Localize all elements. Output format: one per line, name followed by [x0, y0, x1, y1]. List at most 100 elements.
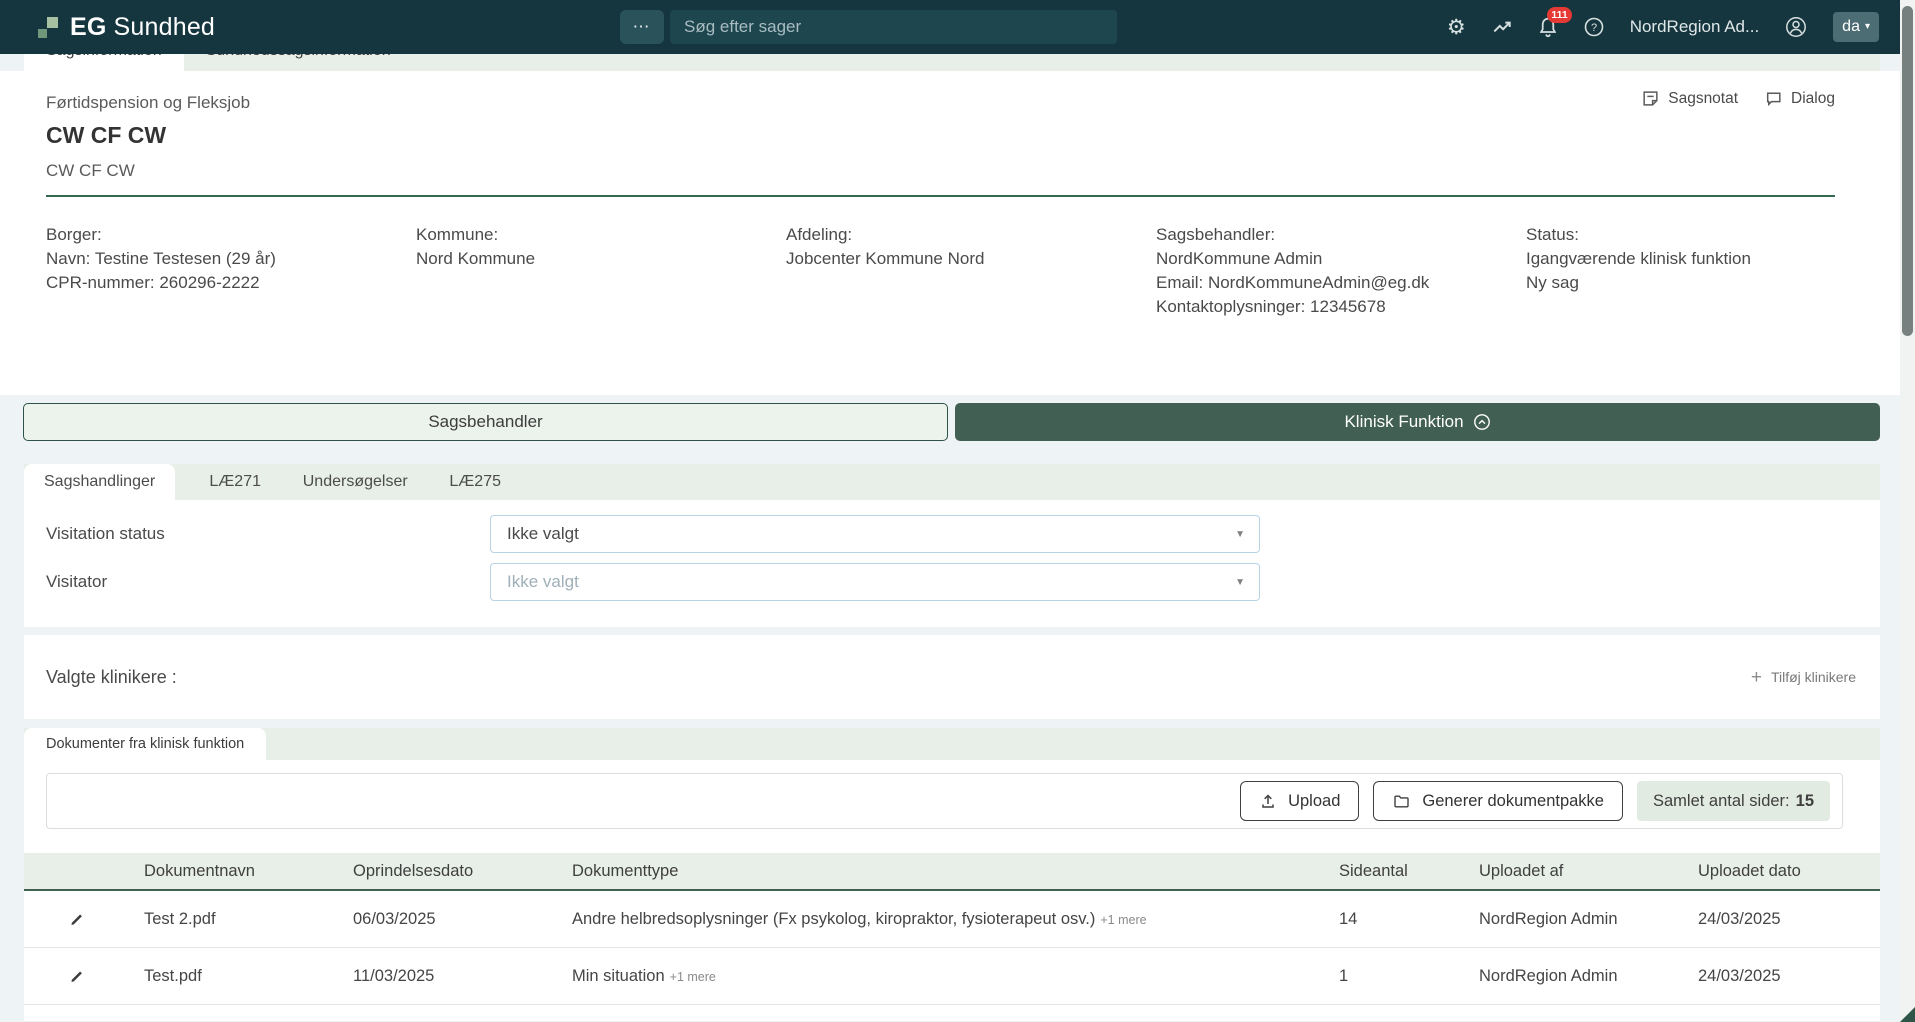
brand-text: EGSundhed	[70, 13, 215, 42]
upload-icon	[1259, 792, 1277, 810]
section-tab-strip: Sagshandlinger LÆ271 Undersøgelser LÆ275	[24, 464, 1880, 500]
generer-dokumentpakke-label: Generer dokumentpakke	[1422, 792, 1604, 811]
visitation-form: Visitation status Ikke valgt ▼ Visitator…	[24, 500, 1880, 627]
info-line: CPR-nummer: 260296-2222	[46, 271, 416, 295]
status-value: Ny sag	[1526, 271, 1896, 295]
sagsnotat-button[interactable]: Sagsnotat	[1641, 89, 1738, 108]
sagsbehandler-toggle-label: Sagsbehandler	[428, 412, 542, 432]
header-oprindelsesdato: Oprindelsesdato	[353, 862, 572, 881]
dokumenttype-more[interactable]: +1 mere	[1100, 913, 1146, 927]
language-code: da	[1842, 18, 1860, 36]
user-org-label[interactable]: NordRegion Ad...	[1630, 17, 1759, 37]
klinisk-funktion-toggle-label: Klinisk Funktion	[1344, 412, 1463, 432]
edit-document-button[interactable]	[24, 910, 144, 928]
info-line: Kontaktoplysninger: 12345678	[1156, 295, 1526, 319]
visitation-status-select[interactable]: Ikke valgt ▼	[490, 515, 1260, 553]
note-icon	[1641, 89, 1660, 108]
upload-button[interactable]: Upload	[1240, 781, 1359, 821]
info-sagsbehandler: Sagsbehandler: NordKommune Admin Email: …	[1156, 223, 1526, 319]
notifications-bell-icon[interactable]: 111	[1538, 16, 1558, 38]
brand-product: Sundhed	[114, 13, 216, 41]
form-row-visitation-status: Visitation status Ikke valgt ▼	[46, 515, 1880, 553]
dokumenttype-text: Andre helbredsoplysninger (Fx psykolog, …	[572, 910, 1095, 928]
info-line: NordKommune Admin	[1156, 247, 1526, 271]
cell-sideantal: 1	[1339, 967, 1479, 986]
tab-dokumenter-fra-klinisk-funktion[interactable]: Dokumenter fra klinisk funktion	[24, 728, 266, 760]
cell-uploadet-dato: 24/03/2025	[1698, 967, 1880, 986]
status-value: Igangværende klinisk funktion	[1526, 247, 1896, 271]
info-line: Jobcenter Kommune Nord	[786, 247, 1156, 271]
info-label: Sagsbehandler:	[1156, 223, 1526, 247]
resize-grip-icon	[1900, 1007, 1915, 1022]
dropdown-arrow-icon: ▼	[1235, 529, 1245, 540]
dialog-button[interactable]: Dialog	[1764, 89, 1835, 108]
tilfoej-klinikere-label: Tilføj klinikere	[1771, 669, 1856, 685]
svg-text:?: ?	[1591, 22, 1597, 34]
topbar-right: ⚙ 111 ? NordRegion Ad... da ▾	[1447, 0, 1879, 54]
form-row-visitator: Visitator Ikke valgt ▼	[46, 563, 1880, 601]
chevron-down-icon: ▾	[1865, 22, 1870, 32]
sagsnotat-label: Sagsnotat	[1668, 90, 1738, 108]
cell-uploadet-dato: 24/03/2025	[1698, 910, 1880, 929]
search-input[interactable]	[670, 10, 1117, 44]
case-card: Førtidspension og Fleksjob CW CF CW CW C…	[0, 71, 1915, 395]
header-uploadet-af: Uploadet af	[1479, 862, 1698, 881]
user-avatar-icon[interactable]	[1784, 15, 1808, 39]
notification-count-badge: 111	[1547, 7, 1571, 23]
settings-gear-icon[interactable]: ⚙	[1447, 17, 1466, 38]
top-tab-strip: Sagsinformation Sundhedssagsinformation	[24, 54, 1880, 71]
cell-uploadet-af: NordRegion Admin	[1479, 967, 1698, 986]
role-toggle: Sagsbehandler Klinisk Funktion	[23, 403, 1880, 441]
scrollbar-thumb[interactable]	[1902, 6, 1913, 336]
language-selector[interactable]: da ▾	[1833, 12, 1879, 42]
pencil-icon	[68, 910, 86, 928]
info-status: Status: Igangværende klinisk funktion Ny…	[1526, 223, 1896, 319]
vertical-scrollbar[interactable]	[1900, 0, 1915, 1022]
folder-icon	[1392, 792, 1411, 811]
documents-tab-strip: Dokumenter fra klinisk funktion	[24, 728, 1880, 760]
activity-trend-icon[interactable]	[1491, 16, 1513, 38]
tab-sagshandlinger[interactable]: Sagshandlinger	[24, 464, 175, 500]
help-icon[interactable]: ?	[1583, 16, 1605, 38]
info-borger: Borger: Navn: Testine Testesen (29 år) C…	[46, 223, 416, 319]
generer-dokumentpakke-button[interactable]: Generer dokumentpakke	[1373, 781, 1623, 821]
topbar-center: ⋯	[620, 10, 1117, 44]
edit-document-button[interactable]	[24, 967, 144, 985]
pencil-icon	[68, 967, 86, 985]
klinisk-funktion-toggle-button[interactable]: Klinisk Funktion	[955, 403, 1880, 441]
table-row: Test 2.pdf 06/03/2025 Andre helbredsoply…	[24, 891, 1880, 948]
tab-undersoegelser[interactable]: Undersøgelser	[295, 464, 415, 500]
tilfoej-klinikere-button[interactable]: + Tilføj klinikere	[1751, 668, 1856, 687]
case-type-label: Førtidspension og Fleksjob	[46, 93, 1835, 113]
documents-panel: Upload Generer dokumentpakke Samlet anta…	[24, 760, 1880, 1021]
tab-lae271[interactable]: LÆ271	[175, 464, 295, 500]
sagshandlinger-panel: Sagshandlinger LÆ271 Undersøgelser LÆ275…	[24, 464, 1880, 627]
info-afdeling: Afdeling: Jobcenter Kommune Nord	[786, 223, 1156, 319]
tab-lae275[interactable]: LÆ275	[415, 464, 535, 500]
cell-dokumentnavn: Test 2.pdf	[144, 910, 353, 929]
info-line: Nord Kommune	[416, 247, 786, 271]
cell-oprindelsesdato: 11/03/2025	[353, 967, 572, 986]
collapse-circle-icon	[1473, 413, 1491, 431]
info-label: Status:	[1526, 223, 1896, 247]
plus-icon: +	[1751, 668, 1762, 687]
total-pages-value: 15	[1796, 792, 1814, 811]
more-button[interactable]: ⋯	[620, 10, 664, 44]
case-actions: Sagsnotat Dialog	[1641, 89, 1835, 108]
sagsbehandler-toggle-button[interactable]: Sagsbehandler	[23, 403, 948, 441]
eg-logo-icon	[38, 16, 60, 38]
tab-sagsinformation[interactable]: Sagsinformation	[24, 54, 184, 71]
tab-sundhedssagsinformation[interactable]: Sundhedssagsinformation	[184, 54, 413, 71]
cell-dokumentnavn: Test.pdf	[144, 967, 353, 986]
cell-uploadet-af: NordRegion Admin	[1479, 910, 1698, 929]
table-header-row: Dokumentnavn Oprindelsesdato Dokumenttyp…	[24, 853, 1880, 891]
info-label: Kommune:	[416, 223, 786, 247]
total-pages-label: Samlet antal sider:	[1653, 792, 1790, 811]
visitator-select[interactable]: Ikke valgt ▼	[490, 563, 1260, 601]
total-pages-badge: Samlet antal sider: 15	[1637, 781, 1830, 821]
dokumenttype-more[interactable]: +1 mere	[670, 970, 716, 984]
dialog-label: Dialog	[1791, 90, 1835, 108]
chat-icon	[1764, 89, 1783, 108]
header-dokumentnavn: Dokumentnavn	[144, 862, 353, 881]
valgte-klinikere-label: Valgte klinikere :	[46, 667, 177, 688]
